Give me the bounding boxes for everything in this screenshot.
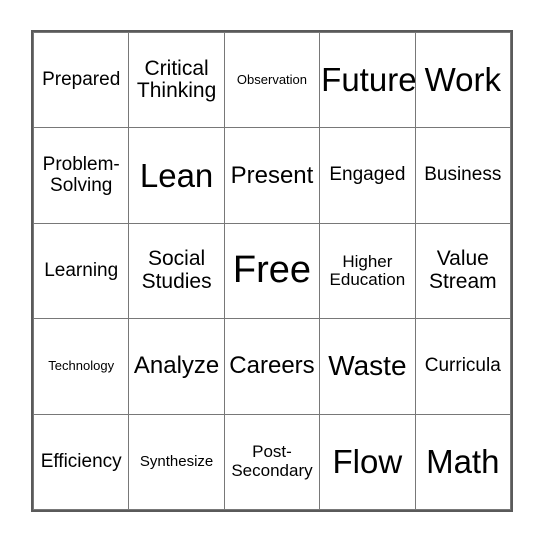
bingo-cell-label: Waste [328,350,407,382]
bingo-cell[interactable]: Free [223,222,321,320]
bingo-cell-label: Business [424,164,502,186]
bingo-cell[interactable]: Post- Secondary [223,413,321,511]
bingo-cell[interactable]: Work [414,31,512,129]
bingo-cell-label: Learning [44,259,119,281]
bingo-cell[interactable]: Analyze [128,318,225,415]
bingo-cell[interactable]: Learning [32,222,130,320]
bingo-cell-label: Value Stream [428,247,497,293]
bingo-cell-label: Observation [236,72,308,88]
bingo-cell[interactable]: Careers [223,318,321,415]
bingo-cell-label: Technology [48,358,115,374]
bingo-cell[interactable]: Curricula [414,318,512,415]
bingo-cell-label: Flow [332,442,403,480]
bingo-cell-label: Curricula [424,355,501,377]
bingo-cell-label: Problem- Solving [42,154,120,196]
bingo-cell[interactable]: Math [414,413,512,511]
bingo-cell[interactable]: Social Studies [128,222,225,320]
bingo-card: Prepared Critical Thinking Observation Futu… [31,30,513,512]
bingo-cell-label: Social Studies [141,247,212,293]
bingo-cell[interactable]: Synthesize [128,413,225,511]
bingo-cell[interactable]: Technology [32,318,130,415]
bingo-cell[interactable]: Present [223,127,321,224]
bingo-cell-label: Careers [229,352,315,380]
bingo-cell-label: Post- Secondary [231,442,313,480]
bingo-grid: Prepared Critical Thinking Observation Futu… [32,31,512,511]
bingo-cell[interactable]: Critical Thinking [128,31,225,129]
bingo-cell-label: Math [426,442,500,480]
bingo-cell[interactable]: Higher Education [319,222,416,320]
bingo-cell-label: Work [424,61,501,99]
bingo-cell-label: Engaged [329,164,406,186]
bingo-row: Problem- Solving Lean Present Engaged Busine… [32,127,512,224]
bingo-cell[interactable]: Waste [319,318,416,415]
bingo-cell-label: Synthesize [139,452,214,470]
bingo-cell[interactable]: Problem- Solving [32,127,130,224]
bingo-cell[interactable]: Engaged [319,127,416,224]
bingo-cell-label: Free [232,249,312,292]
bingo-cell[interactable]: Business [414,127,512,224]
bingo-cell-label: Efficiency [40,450,122,472]
bingo-cell[interactable]: Observation [223,31,321,129]
bingo-cell[interactable]: Efficiency [32,413,130,511]
bingo-cell-label: Prepared [42,68,121,90]
bingo-cell[interactable]: Prepared [32,31,130,129]
bingo-grid-body: Prepared Critical Thinking Observation Futu… [32,31,512,511]
bingo-cell-label: Critical Thinking [136,56,217,103]
bingo-cell[interactable]: Lean [128,127,225,224]
bingo-cell-label: Higher Education [329,251,406,289]
bingo-row: Learning Social Studies Free Higher Educati… [32,222,512,320]
bingo-cell[interactable]: Flow [319,413,416,511]
bingo-cell-label: Present [230,161,314,189]
bingo-cell[interactable]: Future [319,31,416,129]
bingo-cell-label: Analyze [133,352,220,380]
bingo-row: Prepared Critical Thinking Observation Futu… [32,31,512,129]
bingo-cell-label: Future [321,61,416,99]
bingo-cell-label: Lean [139,156,214,194]
bingo-row: Efficiency Synthesize Post- Secondary Flow M… [32,413,512,511]
bingo-cell[interactable]: Value Stream [414,222,512,320]
bingo-row: Technology Analyze Careers Waste Curricula [32,318,512,415]
